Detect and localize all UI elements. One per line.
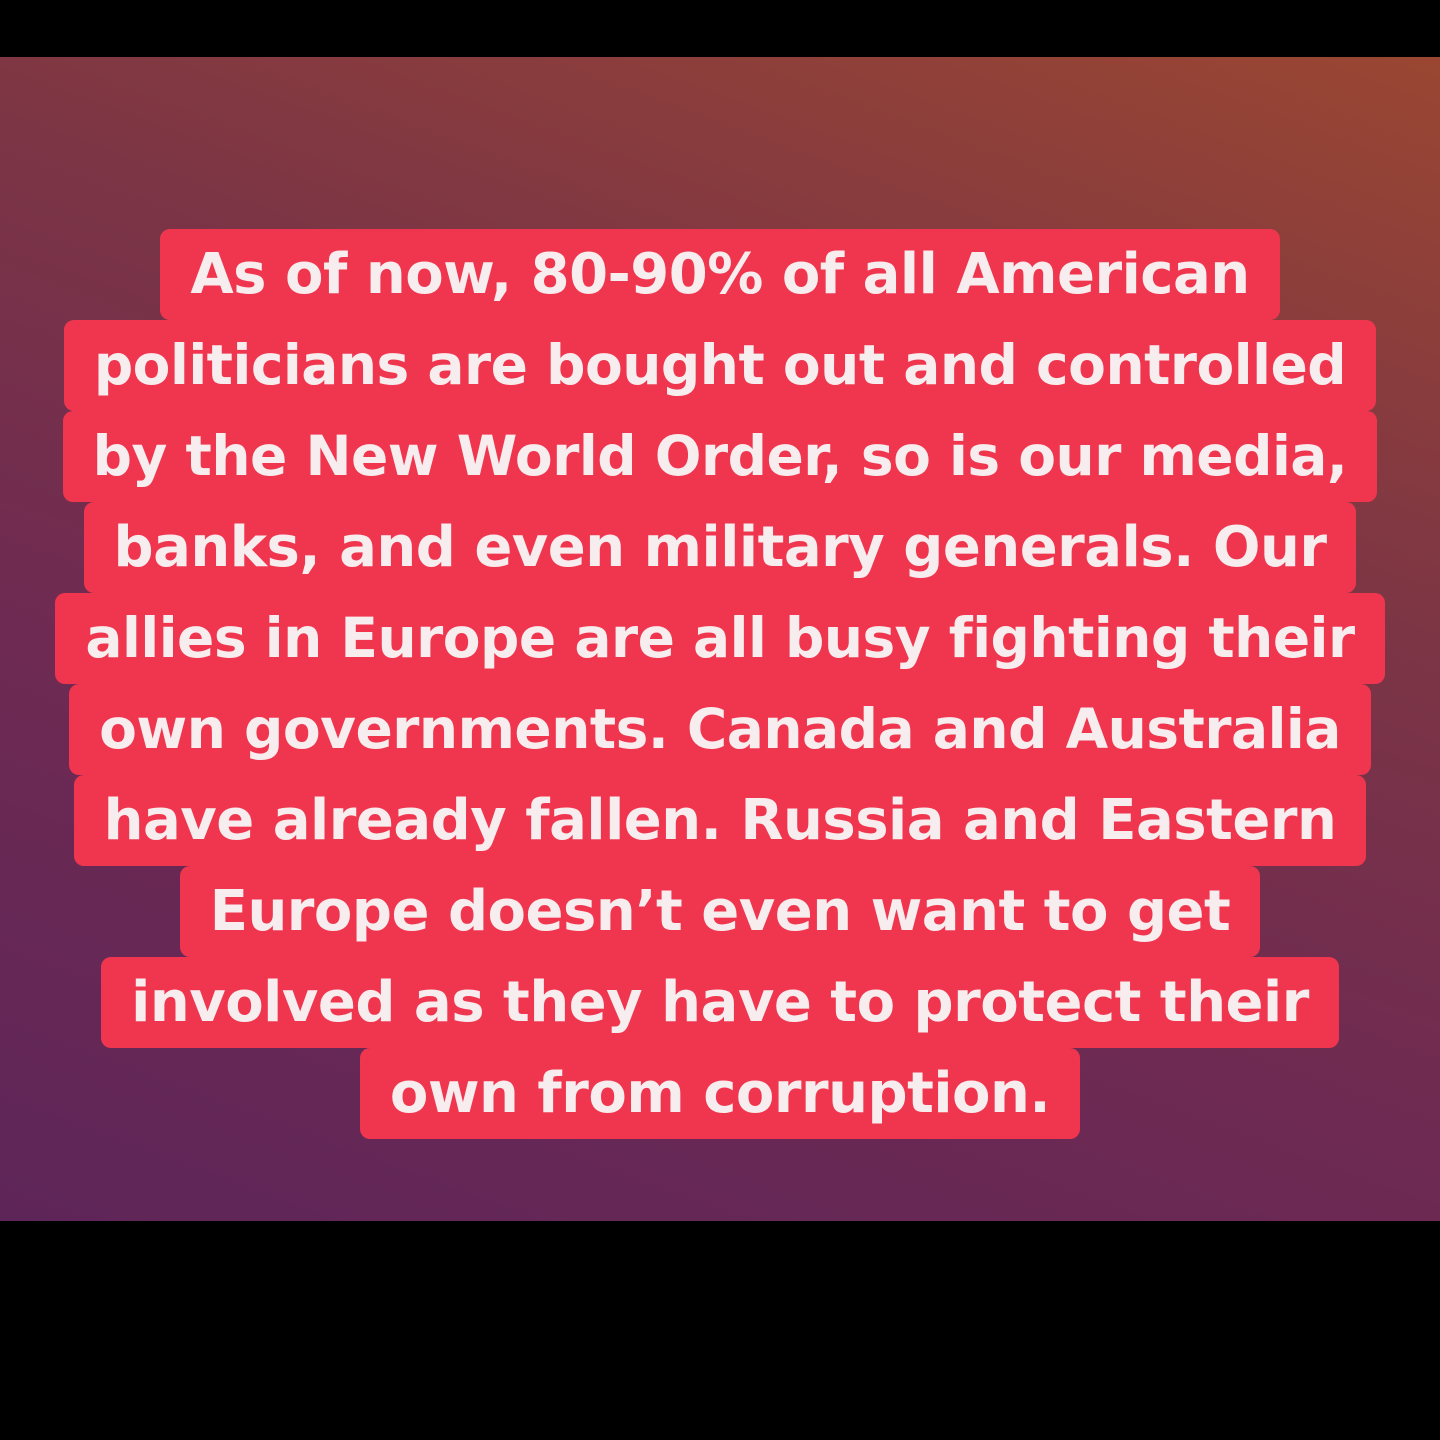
story-text-line: by the New World Order, so is our media, [62,411,1378,502]
story-text-line: As of now, 80-90% of all American [160,229,1280,320]
story-text-line: own governments. Canada and Australia [69,684,1371,775]
story-frame: As of now, 80-90% of all American politi… [0,0,1440,1440]
story-text-line: have already fallen. Russia and Eastern [73,775,1367,866]
story-text-line: own from corruption. [359,1048,1081,1139]
story-text-line: allies in Europe are all busy fighting t… [55,593,1385,684]
story-text-line: banks, and even military generals. Our [83,502,1357,593]
story-text-line: politicians are bought out and controlle… [63,320,1377,411]
bottom-black-bar [0,1221,1440,1440]
story-text-block: As of now, 80-90% of all American politi… [0,229,1440,1139]
story-text-line: involved as they have to protect their [101,957,1339,1048]
story-background: As of now, 80-90% of all American politi… [0,57,1440,1221]
story-text-line: Europe doesn’t even want to get [179,866,1261,957]
